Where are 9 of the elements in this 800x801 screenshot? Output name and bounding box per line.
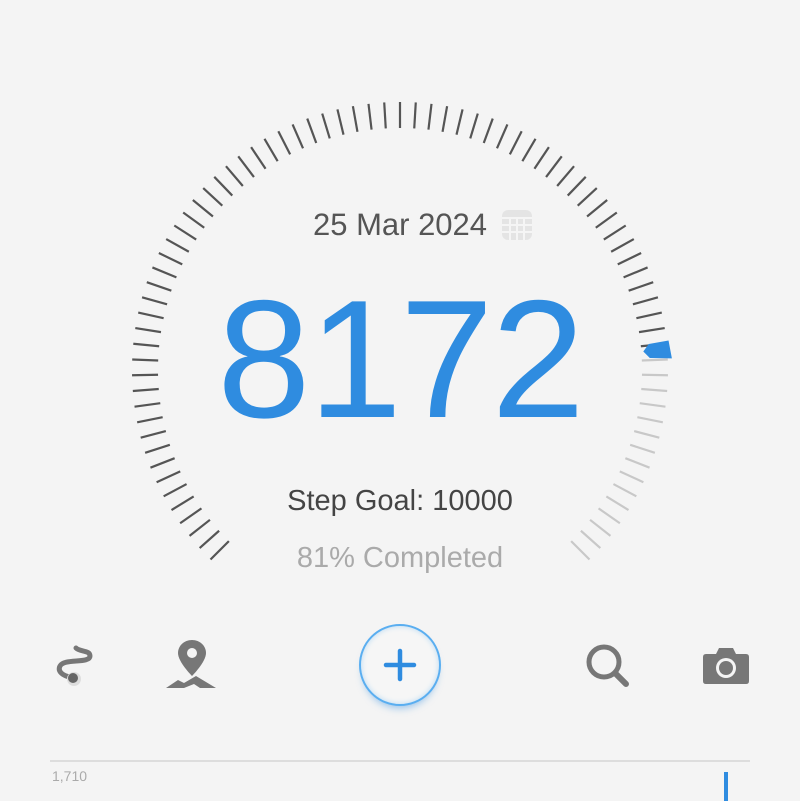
bar [724,772,728,801]
step-count: 8172 [217,275,583,443]
search-icon[interactable] [584,642,632,690]
completion-text: 81% Completed [296,542,504,575]
date-label: 25 Mar 2024 [312,207,488,243]
step-goal: Step Goal: 10000 [287,485,513,518]
camera-icon[interactable] [702,646,750,686]
add-button[interactable] [359,624,441,706]
axis-label: 1,710 [52,768,88,784]
